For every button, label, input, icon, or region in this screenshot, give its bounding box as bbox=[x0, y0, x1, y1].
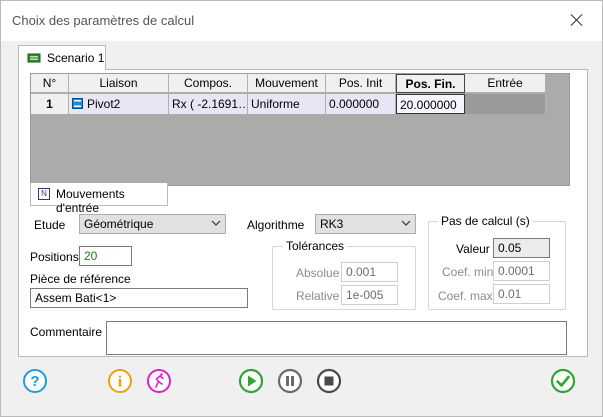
tab-scenario-label: Scenario 1 bbox=[47, 51, 105, 65]
commentaire-input[interactable] bbox=[106, 321, 567, 355]
etude-value: Géométrique bbox=[84, 217, 154, 231]
pivot-icon bbox=[72, 98, 83, 109]
pas-title: Pas de calcul (s) bbox=[438, 214, 533, 228]
help-icon[interactable]: ? bbox=[22, 368, 48, 394]
positions-input[interactable]: 20 bbox=[79, 246, 132, 266]
row-compos[interactable]: Rx ( -2.1691… bbox=[169, 94, 248, 114]
etude-label: Etude bbox=[34, 218, 66, 232]
piece-label: Pièce de référence bbox=[30, 272, 131, 286]
row-entree[interactable] bbox=[465, 94, 546, 114]
header-compos[interactable]: Compos. bbox=[169, 74, 248, 93]
positions-label: Positions bbox=[30, 250, 79, 264]
close-icon[interactable] bbox=[568, 11, 586, 29]
coef-mini-input[interactable]: 0.0001 bbox=[493, 261, 550, 281]
tab-scenario[interactable]: Scenario 1 bbox=[18, 45, 106, 70]
coef-maxi-input[interactable]: 0.01 bbox=[493, 284, 550, 304]
row-mouvement[interactable]: Uniforme bbox=[248, 94, 326, 114]
algorithme-select[interactable]: RK3 bbox=[315, 214, 416, 234]
row-pos-init[interactable]: 0.000000 bbox=[326, 94, 396, 114]
row-liaison[interactable]: Pivot2 bbox=[69, 94, 169, 114]
title-bar: Choix des paramètres de calcul bbox=[1, 1, 602, 41]
coef-mini-label: Coef. mini bbox=[442, 265, 497, 279]
svg-text:?: ? bbox=[30, 373, 39, 390]
ok-icon[interactable] bbox=[550, 368, 576, 394]
absolue-label: Absolue bbox=[296, 266, 340, 280]
play-icon[interactable] bbox=[238, 368, 264, 394]
valeur-label: Valeur bbox=[456, 242, 490, 256]
absolue-input[interactable]: 0.001 bbox=[341, 262, 398, 282]
chevron-down-icon bbox=[211, 220, 221, 226]
info-icon[interactable]: i bbox=[107, 368, 133, 394]
row-liaison-label: Pivot2 bbox=[87, 97, 121, 111]
piece-input[interactable]: Assem Bati<1> bbox=[30, 288, 248, 308]
header-entree[interactable]: Entrée bbox=[465, 74, 546, 93]
etude-select[interactable]: Géométrique bbox=[79, 214, 226, 234]
relative-label: Relative bbox=[296, 289, 340, 303]
mouvements-icon: N bbox=[38, 188, 50, 200]
commentaire-label: Commentaire bbox=[30, 325, 103, 339]
algorithme-value: RK3 bbox=[320, 217, 344, 231]
dialog-window: Choix des paramètres de calcul Scenario … bbox=[0, 0, 603, 417]
tolerances-title: Tolérances bbox=[283, 239, 348, 253]
row-pos-fin[interactable]: 20.000000 bbox=[396, 94, 465, 114]
header-pos-fin[interactable]: Pos. Fin. bbox=[396, 74, 465, 93]
coef-maxi-label: Coef. maxi bbox=[438, 289, 496, 303]
pause-icon[interactable] bbox=[277, 368, 303, 394]
header-liaison[interactable]: Liaison bbox=[69, 74, 169, 93]
run-icon[interactable] bbox=[146, 368, 172, 394]
window-title: Choix des paramètres de calcul bbox=[12, 13, 195, 28]
valeur-input[interactable]: 0.05 bbox=[493, 238, 550, 258]
scenario-icon bbox=[27, 53, 41, 63]
relative-input[interactable]: 1e-005 bbox=[341, 285, 398, 305]
header-num[interactable]: N° bbox=[31, 74, 69, 93]
header-pos-init[interactable]: Pos. Init bbox=[326, 74, 396, 93]
chevron-down-icon bbox=[401, 220, 411, 226]
algorithme-label: Algorithme bbox=[247, 218, 305, 232]
svg-text:i: i bbox=[118, 374, 123, 391]
row-num: 1 bbox=[31, 94, 69, 114]
header-mouvement[interactable]: Mouvement bbox=[248, 74, 326, 93]
tab-mouvements-label: Mouvements d'entrée bbox=[56, 187, 125, 215]
stop-icon[interactable] bbox=[316, 368, 342, 394]
tab-mouvements[interactable]: N Mouvements d'entrée bbox=[30, 183, 168, 215]
